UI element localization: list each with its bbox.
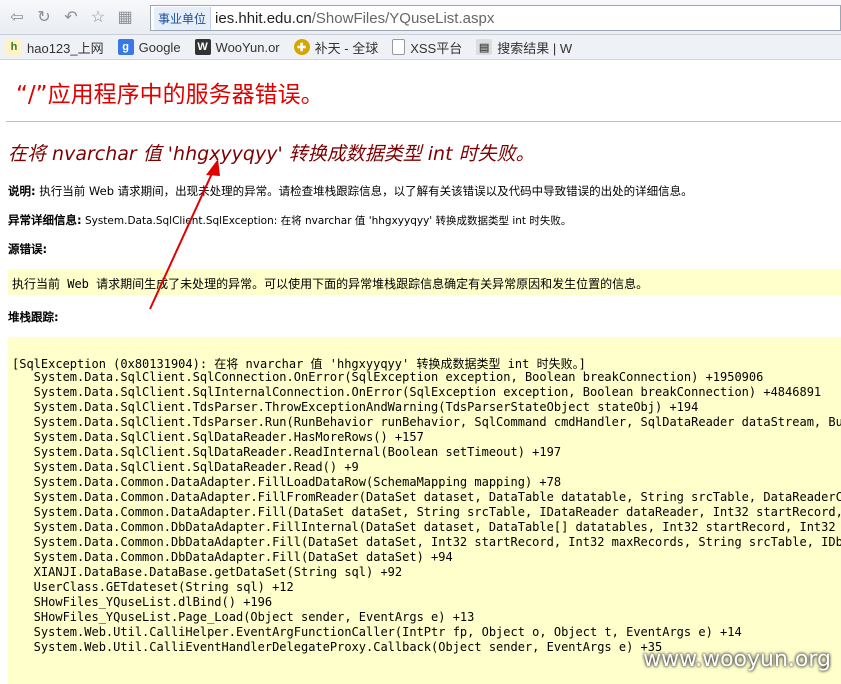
stack-trace-line: System.Data.SqlClient.SqlDataReader.Read… — [12, 460, 359, 474]
address-bar[interactable]: 事业单位 ies.hhit.edu.cn/ShowFiles/YQuseList… — [150, 5, 841, 31]
page-icon — [392, 39, 406, 55]
stack-trace-line: SHowFiles_YQuseList.Page_Load(Object sen… — [12, 610, 475, 624]
page-content: “/”应用程序中的服务器错误。 在将 nvarchar 值 'hhgxyyqyy… — [0, 59, 841, 684]
description-label: 说明: — [8, 184, 36, 198]
browser-toolbar: ⇦ ↻ ↶ ☆ ▦ 事业单位 ies.hhit.edu.cn/ShowFiles… — [0, 0, 841, 35]
stack-trace-line: System.Web.Util.CalliEventHandlerDelegat… — [12, 640, 663, 654]
bookmark-xss[interactable]: XSS平台 — [392, 38, 462, 57]
description-text: 执行当前 Web 请求期间，出现未处理的异常。请检查堆栈跟踪信息，以了解有关该错… — [35, 184, 693, 198]
bookmark-butian[interactable]: ✚ 补天 - 全球 — [293, 38, 378, 57]
stack-trace-line: SHowFiles_YQuseList.dlBind() +196 — [12, 595, 273, 609]
source-error-text: 执行当前 Web 请求期间生成了未处理的异常。可以使用下面的异常堆栈跟踪信息确定… — [12, 277, 649, 291]
grid-icon[interactable]: ▦ — [114, 6, 136, 28]
undo-icon[interactable]: ↶ — [60, 6, 82, 28]
stack-trace-line: System.Data.SqlClient.SqlConnection.OnEr… — [12, 370, 764, 384]
stack-trace-line: System.Data.SqlClient.SqlDataReader.Read… — [12, 445, 562, 459]
error-heading: 在将 nvarchar 值 'hhgxyyqyy' 转换成数据类型 int 时失… — [8, 143, 535, 165]
bookmark-wooyun[interactable]: W WooYun.or — [194, 39, 280, 55]
site-category-tag: 事业单位 — [154, 6, 212, 30]
refresh-icon[interactable]: ↻ — [33, 6, 55, 28]
watermark: www.wooyun.org — [643, 647, 831, 672]
exception-detail-line: 异常详细信息: System.Data.SqlClient.SqlExcepti… — [8, 212, 571, 228]
back-icon[interactable]: ⇦ — [6, 6, 28, 28]
page-title: “/”应用程序中的服务器错误。 — [16, 82, 324, 108]
stack-trace-line: System.Web.Util.CalliHelper.EventArgFunc… — [12, 625, 742, 639]
exception-detail-text: System.Data.SqlClient.SqlException: 在将 n… — [81, 215, 572, 227]
stack-trace-box: [SqlException (0x80131904): 在将 nvarchar … — [8, 337, 841, 684]
stack-trace-line: XIANJI.DataBase.DataBase.getDataSet(Stri… — [12, 565, 403, 579]
description-line: 说明: 执行当前 Web 请求期间，出现未处理的异常。请检查堆栈跟踪信息，以了解… — [8, 183, 693, 199]
butian-icon: ✚ — [293, 39, 310, 55]
star-icon[interactable]: ☆ — [87, 6, 109, 28]
bookmark-hao123[interactable]: h hao123_上网 — [6, 38, 104, 57]
stack-trace-line: System.Data.SqlClient.TdsParser.Run(RunB… — [12, 415, 841, 429]
bookmark-search-result[interactable]: ▤ 搜索结果 | W — [476, 38, 572, 57]
stack-trace-line: System.Data.Common.DbDataAdapter.Fill(Da… — [12, 535, 841, 549]
source-error-label: 源错误: — [8, 242, 48, 256]
stack-trace-line: System.Data.SqlClient.SqlDataReader.HasM… — [12, 430, 424, 444]
stack-trace-line: System.Data.SqlClient.SqlInternalConnect… — [12, 385, 822, 399]
address-url[interactable]: ies.hhit.edu.cn/ShowFiles/YQuseList.aspx — [215, 10, 494, 27]
stack-trace-line: UserClass.GETdateset(String sql) +12 — [12, 580, 294, 594]
stack-trace-label: 堆栈跟踪: — [8, 310, 59, 324]
bookmarks-bar: h hao123_上网 g Google W WooYun.or ✚ 补天 - 全球 X… — [0, 35, 841, 60]
source-error-box: 执行当前 Web 请求期间生成了未处理的异常。可以使用下面的异常堆栈跟踪信息确定… — [8, 269, 841, 295]
stack-trace-line: System.Data.Common.DataAdapter.FillFromR… — [12, 490, 841, 504]
stack-trace-line: System.Data.Common.DataAdapter.Fill(Data… — [12, 505, 841, 519]
bookmark-google[interactable]: g Google — [117, 39, 181, 55]
search-result-icon: ▤ — [476, 39, 493, 55]
stack-trace-line: System.Data.Common.DbDataAdapter.Fill(Da… — [12, 550, 453, 564]
divider — [6, 121, 841, 122]
stack-trace-line: System.Data.Common.DataAdapter.FillLoadD… — [12, 475, 562, 489]
stack-trace-line: System.Data.Common.DbDataAdapter.FillInt… — [12, 520, 841, 534]
google-icon: g — [117, 39, 134, 55]
wooyun-icon: W — [194, 39, 211, 55]
stack-trace-line: System.Data.SqlClient.TdsParser.ThrowExc… — [12, 400, 699, 414]
exception-detail-label: 异常详细信息: — [8, 213, 82, 227]
hao123-icon: h — [6, 39, 22, 55]
